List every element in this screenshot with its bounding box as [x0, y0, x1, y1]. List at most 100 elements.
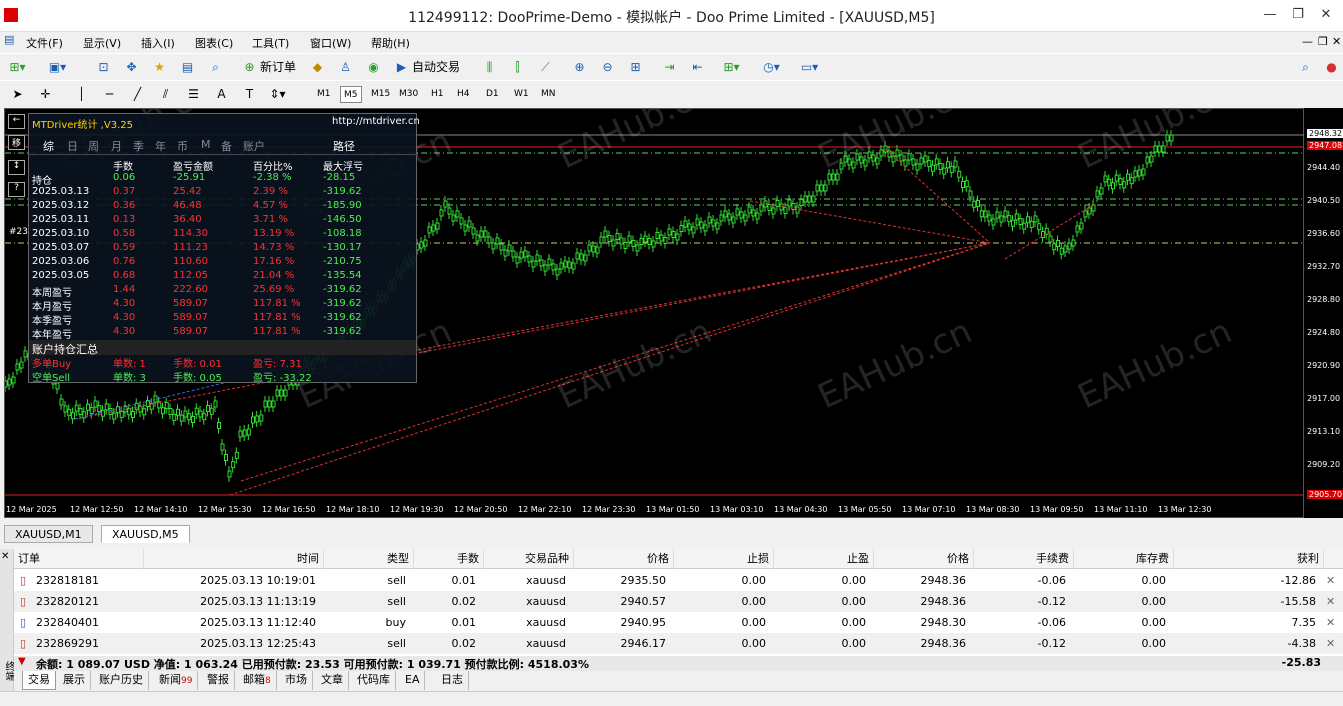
move-panel-button[interactable]: 移: [8, 135, 25, 150]
table-row[interactable]: ▯ 232820121 2025.03.13 11:13:19 sell 0.02 xau…: [14, 591, 1343, 612]
panel-tab[interactable]: 周: [88, 138, 99, 154]
crosshair-icon[interactable]: ✛: [36, 85, 55, 104]
tile-windows-icon[interactable]: ⊞: [626, 58, 645, 77]
menu-window[interactable]: 窗口(W): [310, 35, 351, 51]
terminal-tab[interactable]: 账户历史: [94, 671, 149, 690]
data-window-icon[interactable]: ▤: [178, 58, 197, 77]
table-row[interactable]: ▯ 232818181 2025.03.13 10:19:01 sell 0.01 xau…: [14, 570, 1343, 591]
panel-tab[interactable]: 账户: [243, 138, 265, 154]
orders-column-header[interactable]: 手数: [414, 549, 484, 569]
new-order-icon[interactable]: ⊕: [240, 58, 259, 77]
terminal-tab[interactable]: 代码库: [352, 671, 396, 690]
bar-chart-icon[interactable]: ⫼: [480, 58, 499, 77]
terminal-tab[interactable]: 文章: [316, 671, 349, 690]
panel-path-label[interactable]: 路径: [333, 138, 355, 154]
chart-tab-m1[interactable]: XAUUSD,M1: [4, 525, 93, 543]
table-row[interactable]: ▯ 232840401 2025.03.13 11:12:40 buy 0.01 xauu…: [14, 612, 1343, 633]
minimize-button[interactable]: —: [1256, 0, 1284, 30]
market-watch-icon[interactable]: ⊡: [94, 58, 113, 77]
panel-tab[interactable]: 年: [155, 138, 166, 154]
text-icon[interactable]: A: [212, 85, 231, 104]
auto-trading-icon[interactable]: ▶: [392, 58, 411, 77]
cursor-icon[interactable]: ➤: [8, 85, 27, 104]
terminal-tab[interactable]: 警报: [202, 671, 235, 690]
close-order-icon[interactable]: ✕: [1326, 591, 1335, 612]
timeframe-d1[interactable]: D1: [483, 86, 502, 103]
menu-view[interactable]: 显示(V): [83, 35, 121, 51]
close-terminal-icon[interactable]: ✕: [1, 551, 9, 562]
help-icon[interactable]: ?: [8, 182, 25, 197]
panel-tab[interactable]: 币: [177, 138, 188, 154]
table-row[interactable]: ▯ 232869291 2025.03.13 12:25:43 sell 0.02 xau…: [14, 633, 1343, 654]
panel-url[interactable]: http://mtdriver.cn: [332, 116, 420, 127]
panel-tab[interactable]: 综: [43, 138, 54, 154]
timeframe-m30[interactable]: M30: [396, 86, 421, 103]
orders-column-header[interactable]: 手续费: [974, 549, 1074, 569]
gold-icon[interactable]: ◆: [308, 58, 327, 77]
vertical-line-icon[interactable]: │: [72, 85, 91, 104]
menu-tools[interactable]: 工具(T): [252, 35, 289, 51]
auto-trading-button[interactable]: 自动交易: [412, 58, 460, 77]
line-chart-icon[interactable]: ⟋: [536, 58, 555, 77]
menu-insert[interactable]: 插入(I): [141, 35, 175, 51]
terminal-tab[interactable]: 交易: [22, 671, 56, 690]
search-icon[interactable]: ⌕: [1296, 58, 1315, 77]
candlestick-icon[interactable]: ⫿: [508, 58, 527, 77]
orders-column-header[interactable]: 获利: [1174, 549, 1324, 569]
periods-icon[interactable]: ◷▾: [762, 58, 781, 77]
menu-file[interactable]: 文件(F): [26, 35, 63, 51]
mdi-minimize-button[interactable]: —: [1302, 35, 1313, 48]
timeframe-m15[interactable]: M15: [368, 86, 393, 103]
autoscroll-icon[interactable]: ⇥: [660, 58, 679, 77]
navigator-icon[interactable]: ✥: [122, 58, 141, 77]
new-chart-icon[interactable]: ⊞▾: [8, 58, 27, 77]
panel-tab[interactable]: M: [201, 138, 211, 151]
close-order-icon[interactable]: ✕: [1326, 633, 1335, 654]
notification-icon[interactable]: ●: [1322, 58, 1341, 77]
trendline-icon[interactable]: ╱: [128, 85, 147, 104]
timeframe-h4[interactable]: H4: [454, 86, 473, 103]
favorites-icon[interactable]: ★: [150, 58, 169, 77]
orders-column-header[interactable]: 库存费: [1074, 549, 1174, 569]
templates-icon[interactable]: ▭▾: [800, 58, 819, 77]
vps-icon[interactable]: ◉: [364, 58, 383, 77]
timeframe-m5[interactable]: M5: [340, 86, 362, 103]
channel-icon[interactable]: ⫽: [156, 85, 175, 104]
signals-icon[interactable]: ♙: [336, 58, 355, 77]
timeframe-h1[interactable]: H1: [428, 86, 447, 103]
strategy-tester-icon[interactable]: ⌕: [206, 58, 225, 77]
orders-column-header[interactable]: 类型: [324, 549, 414, 569]
orders-column-header[interactable]: 交易品种: [484, 549, 574, 569]
menu-help[interactable]: 帮助(H): [371, 35, 410, 51]
close-order-icon[interactable]: ✕: [1326, 612, 1335, 633]
terminal-tab[interactable]: 日志: [436, 671, 469, 690]
timeframe-mn[interactable]: MN: [538, 86, 559, 103]
timeframe-w1[interactable]: W1: [511, 86, 532, 103]
close-button[interactable]: ✕: [1312, 0, 1340, 30]
label-icon[interactable]: T: [240, 85, 259, 104]
mdi-close-button[interactable]: ✕: [1332, 35, 1341, 48]
fibonacci-icon[interactable]: ☰: [184, 85, 203, 104]
close-order-icon[interactable]: ✕: [1326, 570, 1335, 591]
zoom-out-icon[interactable]: ⊖: [598, 58, 617, 77]
zoom-in-icon[interactable]: ⊕: [570, 58, 589, 77]
horizontal-line-icon[interactable]: ─: [100, 85, 119, 104]
timeframe-m1[interactable]: M1: [314, 86, 334, 103]
panel-tab[interactable]: 备: [221, 138, 232, 154]
terminal-tab[interactable]: 邮箱8: [238, 671, 277, 690]
maximize-button[interactable]: ❐: [1284, 0, 1312, 30]
terminal-tab[interactable]: 市场: [280, 671, 313, 690]
panel-tab[interactable]: 季: [133, 138, 144, 154]
terminal-tab[interactable]: EA: [400, 671, 426, 690]
chart-tab-m5[interactable]: XAUUSD,M5: [101, 525, 190, 543]
orders-column-header[interactable]: 订单: [14, 549, 144, 569]
panel-tab[interactable]: 日: [67, 138, 78, 154]
profiles-icon[interactable]: ▣▾: [48, 58, 67, 77]
orders-column-header[interactable]: 止盈: [774, 549, 874, 569]
indicators-icon[interactable]: ⊞▾: [722, 58, 741, 77]
orders-column-header[interactable]: 价格: [874, 549, 974, 569]
new-order-button[interactable]: 新订单: [260, 58, 296, 77]
terminal-tab[interactable]: 展示: [58, 671, 91, 690]
panel-toggle-icon[interactable]: ↕: [8, 160, 25, 175]
shapes-icon[interactable]: ⇕▾: [268, 85, 287, 104]
